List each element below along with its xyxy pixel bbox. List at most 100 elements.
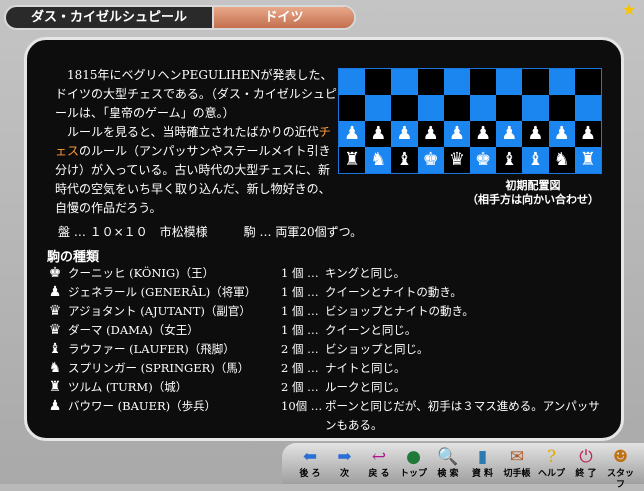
country-label: ドイツ — [214, 7, 354, 28]
board-square — [548, 95, 575, 121]
toolbar-label: 資 料 — [471, 469, 494, 479]
page-title: ダス・カイゼルシュピール — [6, 7, 214, 28]
board-caption: 初期配置図 （相手方は向かい合わせ） — [453, 179, 613, 207]
piece-row: ♛ アジョタント (AJUTANT)（副官） 1 個 … ビショップとナイトの動き。 — [47, 302, 607, 321]
piece-name: ジェネラール (GENERÂL)（将軍） — [68, 285, 257, 299]
piece-move-description: クイーンと同じ。 — [325, 323, 417, 337]
piece-row: ♟ ジェネラール (GENERÂL)（将軍） 1 個 … クイーンとナイトの動き。 — [47, 283, 607, 302]
board-square — [574, 69, 601, 95]
piece-move-description: クイーンとナイトの動き。 — [325, 285, 462, 299]
board-square — [522, 95, 549, 121]
board-square: ♞ — [548, 147, 575, 173]
toolbar-label: ヘルプ — [537, 469, 565, 479]
board-square: ♝ — [391, 147, 418, 173]
board-square: ♟ — [574, 121, 601, 147]
board-square — [365, 69, 392, 95]
board-caption-note: （相手方は向かい合わせ） — [467, 193, 599, 206]
board-square: ♚ — [417, 147, 444, 173]
board-square: ♟ — [365, 121, 392, 147]
piece-name: ツルム (TURM)（城） — [68, 380, 188, 394]
piece-row: ♞ スプリンガー (SPRINGER)（馬） 2 個 … ナイトと同じ。 — [47, 359, 607, 378]
bishop-icon: ♝ — [48, 341, 62, 357]
piece-row: ♟ バウワー (BAUER)（歩兵） 10個 … ポーンと同じだが、初手は３マス進める… — [47, 397, 607, 435]
piece-count: 2 個 … — [281, 342, 319, 356]
piece-move-description: ルークと同じ。 — [325, 380, 406, 394]
board-square — [391, 69, 418, 95]
app-window: ダス・カイゼルシュピール ドイツ ★ 1815年にベグリヘンPEGULIHENが… — [0, 0, 644, 490]
search-button[interactable]: 🔍 検 索 — [432, 445, 464, 483]
board-square: ♛ — [443, 147, 470, 173]
toolbar-label: 検 索 — [437, 469, 459, 479]
arrow-left-icon: ⬅ — [302, 447, 318, 467]
return-arrow-icon: ↩ — [371, 447, 387, 467]
magnifier-icon: 🔍 — [437, 447, 459, 467]
toolbar-label: 戻 る — [368, 469, 390, 479]
board-square — [391, 95, 418, 121]
board-square: ♞ — [365, 147, 392, 173]
board-square — [522, 69, 549, 95]
staff-button[interactable]: ☻ スタッフ — [605, 445, 637, 490]
toolbar-label: 次 — [339, 469, 349, 479]
piece-row: ♜ ツルム (TURM)（城） 2 個 … ルークと同じ。 — [47, 378, 607, 397]
board-square: ♟ — [417, 121, 444, 147]
piece-count: 1 個 … — [281, 323, 319, 337]
globe-icon: ● — [406, 447, 421, 467]
help-button[interactable]: ? ヘルプ — [536, 445, 568, 483]
adjutant-icon: ♛ — [48, 303, 62, 319]
piece-row: ♚ クーニッヒ (KÖNIG)（王） 1 個 … キングと同じ。 — [47, 264, 607, 283]
board-square: ♟ — [443, 121, 470, 147]
back-button[interactable]: ⬅ 後 ろ — [294, 445, 326, 483]
intro-text-b: のルール（アンパッサンやステールメイト引き分け）が入っている。古い時代の大型チェ… — [55, 144, 331, 215]
toolbar-label: 後 ろ — [299, 469, 321, 479]
star-icon[interactable]: ★ — [622, 2, 638, 18]
question-icon: ? — [546, 447, 557, 467]
piece-name: アジョタント (AJUTANT)（副官） — [68, 304, 251, 318]
piece-count: 2 個 … — [281, 380, 319, 394]
board-square: ♜ — [339, 147, 366, 173]
piece-count: 10個 … — [281, 399, 323, 413]
pieces-heading: 駒の種類 — [47, 250, 100, 265]
return-button[interactable]: ↩ 戻 る — [363, 445, 395, 483]
king-icon: ♚ — [48, 265, 62, 281]
board-square — [417, 69, 444, 95]
intro-paragraph-2: ルールを見ると、当時確立されたばかりの近代チェスのルール（アンパッサンやステール… — [55, 123, 338, 218]
board-square — [417, 95, 444, 121]
piece-list: ♚ クーニッヒ (KÖNIG)（王） 1 個 … キングと同じ。 ♟ ジェネラール (GE… — [47, 264, 607, 435]
board-square — [443, 95, 470, 121]
piece-count: 2 個 … — [281, 361, 319, 375]
piece-count: 1 個 … — [281, 304, 319, 318]
next-button[interactable]: ➡ 次 — [329, 445, 361, 483]
bottom-toolbar: ⬅ 後 ろ ➡ 次 ↩ 戻 る ● トップ 🔍 検 索 ▮ 資 料 ✉ 切手帳? ヘルプ ⏻ 終 了 ☻ スタッフ — [282, 443, 644, 490]
book-icon: ▮ — [477, 447, 488, 467]
board-square — [496, 69, 523, 95]
board-square — [443, 69, 470, 95]
rook-icon: ♜ — [48, 379, 62, 395]
intro-text-a: ルールを見ると、当時確立されたばかりの近代 — [67, 125, 319, 139]
initial-board-diagram: ♟ ♟ ♟ ♟ ♟ ♟ ♟ ♟ ♟ ♟ ♜ ♞ ♝ ♚ ♛ ♚ ♝ ♝ ♞ ♜ — [338, 68, 602, 174]
board-square — [339, 95, 366, 121]
staff-icon: ☻ — [612, 447, 629, 467]
board-square — [548, 69, 575, 95]
knight-icon: ♞ — [48, 360, 62, 376]
toolbar-label: 切手帳 — [503, 469, 531, 479]
board-square: ♝ — [496, 147, 523, 173]
piece-name: バウワー (BAUER)（歩兵） — [68, 399, 217, 413]
piece-row: ♝ ラウファー (LAUFER)（飛脚） 2 個 … ビショップと同じ。 — [47, 340, 607, 359]
piece-name: スプリンガー (SPRINGER)（馬） — [68, 361, 250, 375]
piece-name: ダーマ (DAMA)（女王） — [68, 323, 199, 337]
piece-count: 1 個 … — [281, 285, 319, 299]
pawn-icon: ♟ — [48, 398, 62, 414]
piece-count: 1 個 … — [281, 266, 319, 280]
board-square: ♝ — [522, 147, 549, 173]
power-icon: ⏻ — [579, 447, 593, 467]
intro-paragraph-1: 1815年にベグリヘンPEGULIHENが発表した、ドイツの大型チェスである。（… — [55, 68, 337, 120]
board-square: ♟ — [339, 121, 366, 147]
piece-name: クーニッヒ (KÖNIG)（王） — [68, 266, 215, 280]
board-square: ♚ — [470, 147, 497, 173]
materials-button[interactable]: ▮ 資 料 — [467, 445, 499, 483]
top-button[interactable]: ● トップ — [398, 445, 430, 483]
stamp-book-button[interactable]: ✉ 切手帳 — [501, 445, 533, 483]
board-square: ♟ — [522, 121, 549, 147]
stamp-icon: ✉ — [509, 447, 525, 467]
quit-button[interactable]: ⏻ 終 了 — [570, 445, 602, 483]
